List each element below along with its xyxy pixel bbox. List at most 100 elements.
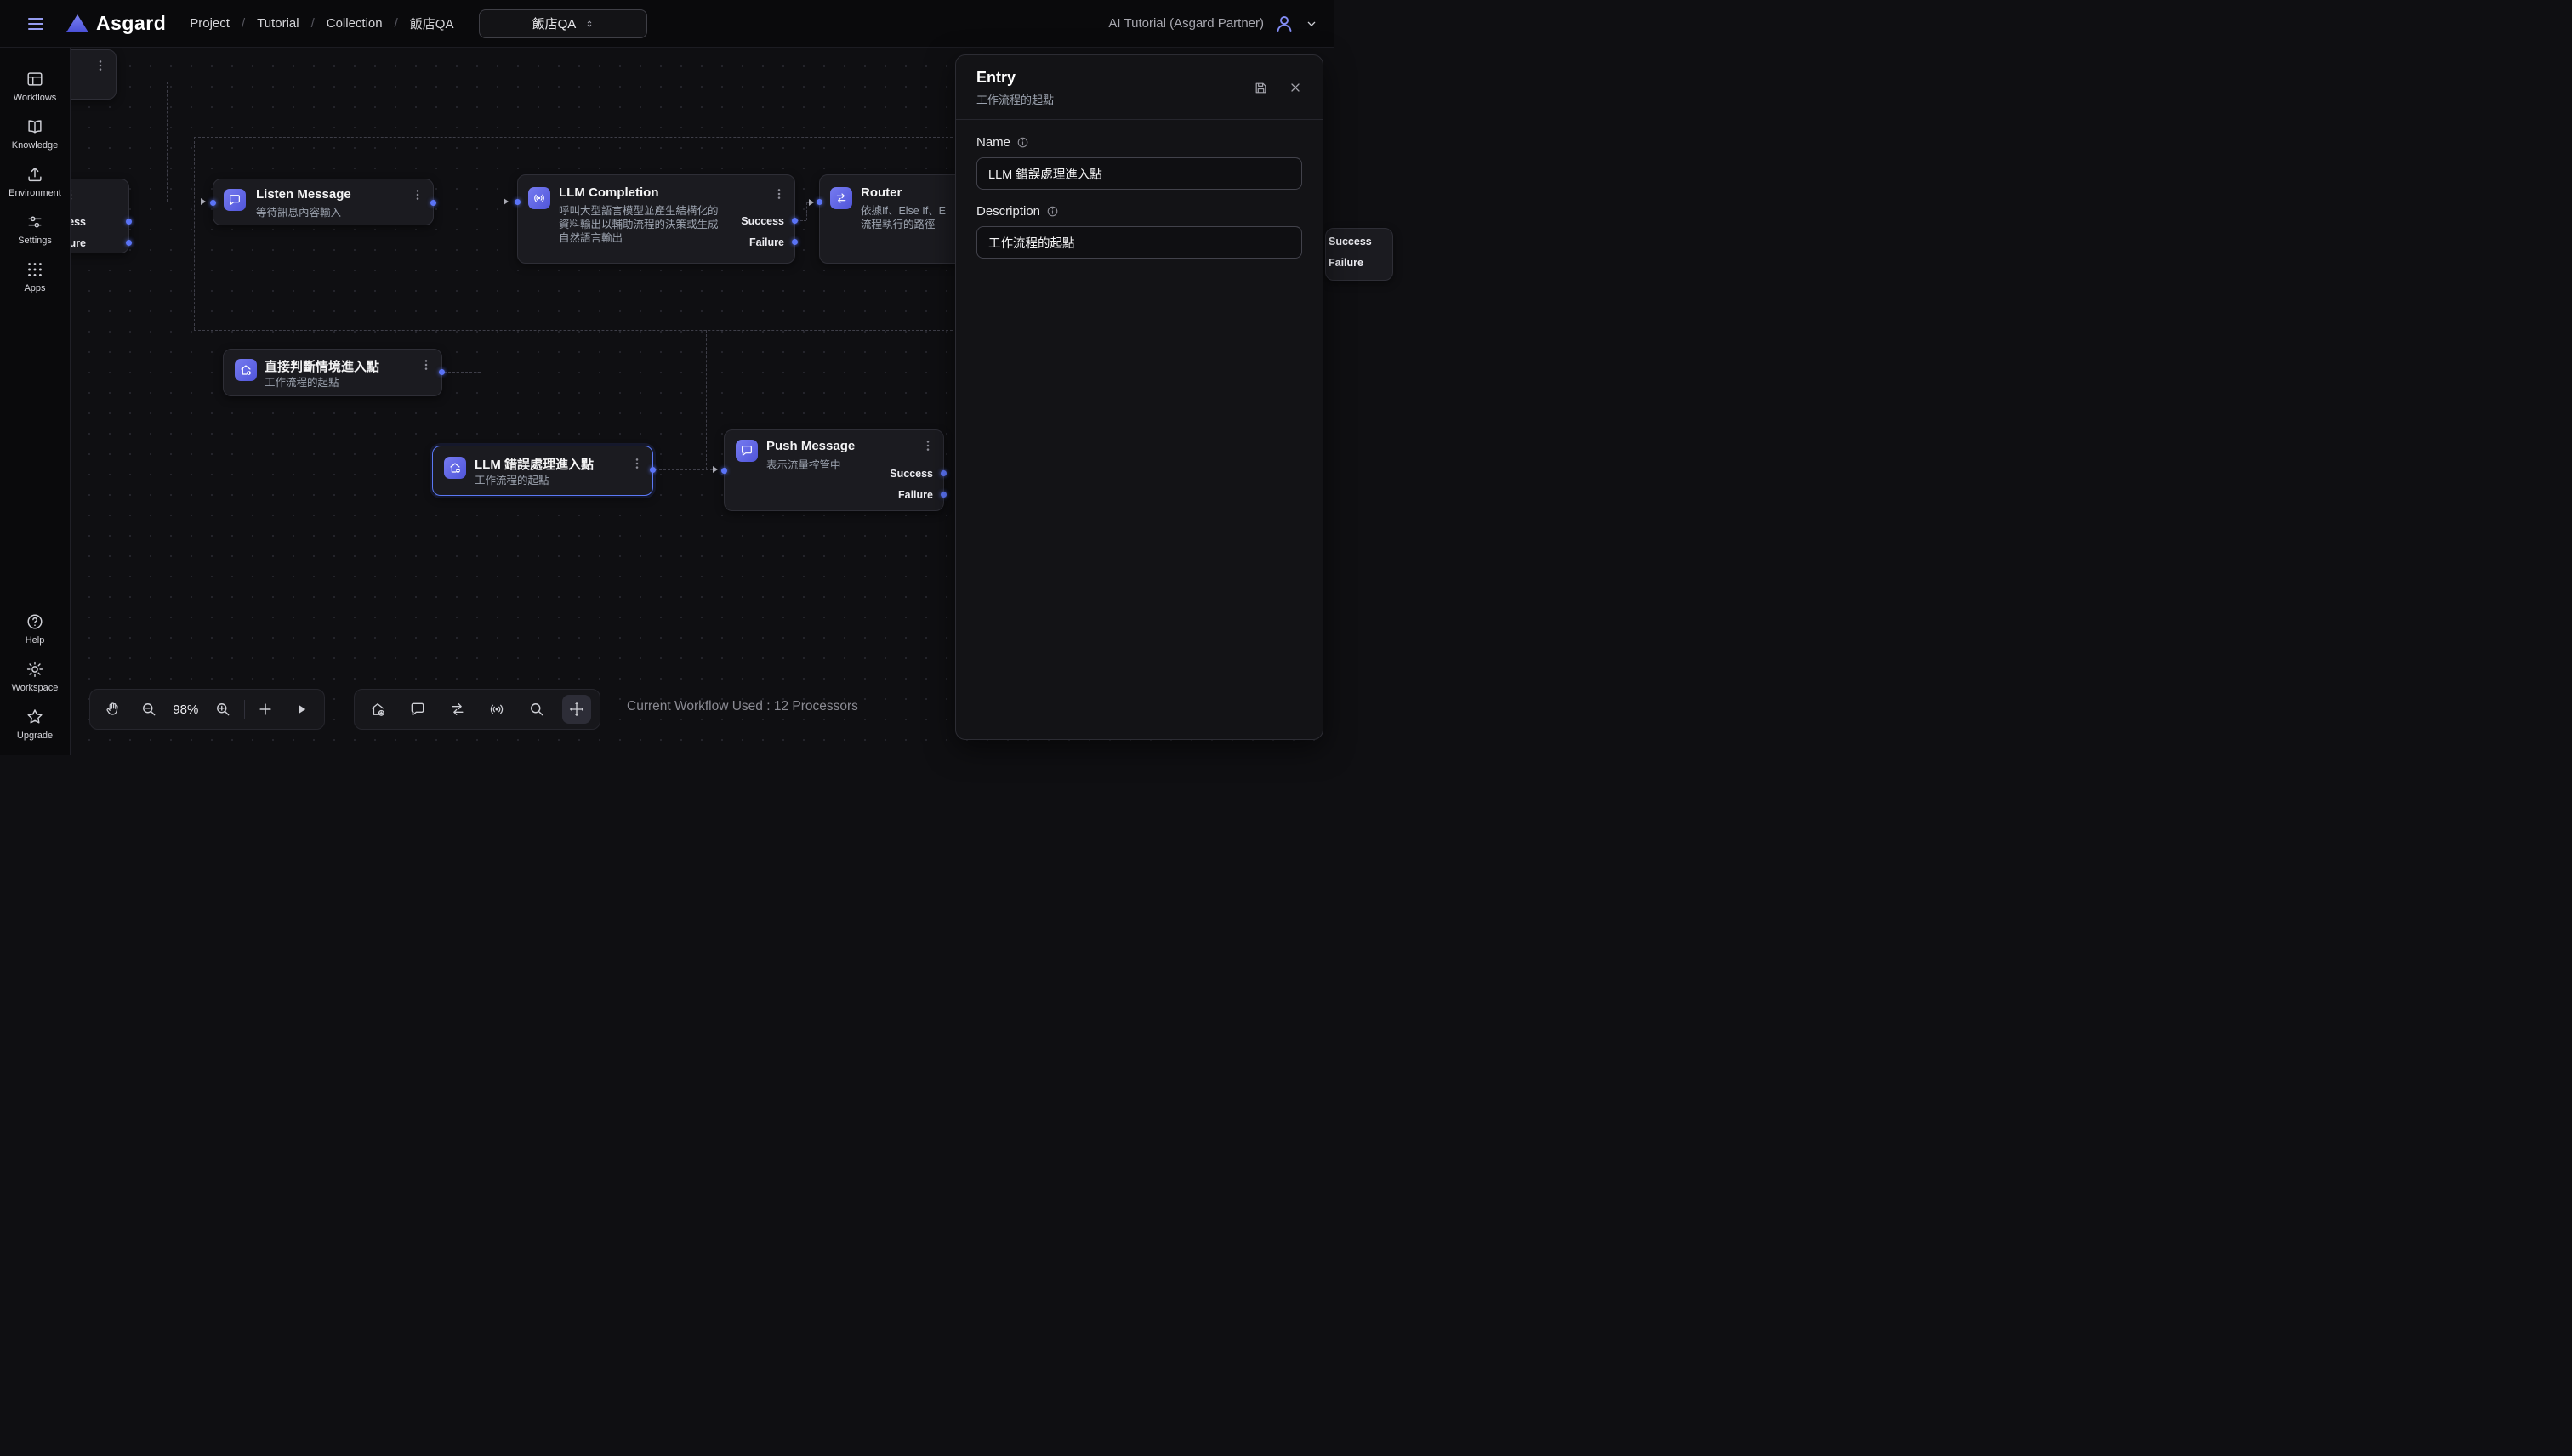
add-icon[interactable] [251, 695, 280, 724]
name-input[interactable] [976, 157, 1302, 190]
breadcrumb-separator: / [242, 16, 245, 31]
breadcrumb-project[interactable]: Project [190, 16, 230, 31]
router-icon [830, 187, 852, 209]
edge-arrowhead [504, 198, 509, 205]
node-llm-error-entry[interactable]: LLM 錯誤處理進入點 工作流程的起點 [432, 446, 653, 496]
zoom-in-icon[interactable] [208, 695, 237, 724]
port-output[interactable] [650, 467, 656, 473]
output-label-failure: Failure [1329, 257, 1363, 269]
port-failure[interactable] [126, 240, 132, 246]
kebab-menu-icon[interactable] [411, 188, 424, 202]
node-title: Push Message [766, 439, 855, 453]
breadcrumb-collection[interactable]: Collection [327, 16, 383, 31]
sidebar-item-help[interactable]: Help [0, 612, 70, 646]
llm-broadcast-icon [528, 187, 550, 209]
upgrade-star-icon [26, 708, 44, 726]
sidebar-label: Knowledge [12, 140, 58, 151]
kebab-menu-icon[interactable] [94, 59, 107, 72]
edge [194, 330, 953, 331]
info-icon[interactable] [1016, 136, 1029, 149]
pan-hand-icon[interactable] [99, 695, 128, 724]
edge [706, 330, 707, 469]
output-label-success: Success [741, 215, 784, 227]
kebab-menu-icon[interactable] [921, 439, 935, 452]
node-partial-right[interactable]: Success Failure [1325, 228, 1393, 281]
node-llm-completion[interactable]: LLM Completion 呼叫大型語言模型並產生結構化的資料輸出以輔助流程的… [517, 174, 795, 264]
name-field-label: Name [976, 135, 1302, 150]
message-node-icon[interactable] [403, 695, 432, 724]
move-select-icon[interactable] [562, 695, 591, 724]
port-input[interactable] [515, 199, 521, 205]
node-listen-message[interactable]: Listen Message 等待訊息內容輸入 [213, 179, 434, 225]
kebab-menu-icon[interactable] [630, 457, 644, 470]
node-subtitle-line2: 流程執行的路徑 [861, 218, 936, 231]
name-label-text: Name [976, 135, 1010, 150]
output-label-failure: Failure [749, 236, 784, 248]
sidebar-label: Apps [24, 283, 45, 293]
settings-sliders-icon [26, 213, 44, 231]
kebab-menu-icon[interactable] [772, 187, 786, 201]
chevron-down-icon[interactable] [1305, 17, 1318, 31]
asgard-logo-text: Asgard [96, 12, 166, 35]
port-success[interactable] [941, 470, 947, 476]
node-title: LLM 錯誤處理進入點 [475, 455, 594, 473]
sidebar-item-workspace[interactable]: Workspace [0, 660, 70, 693]
account-area: AI Tutorial (Asgard Partner) [1108, 14, 1318, 34]
node-push-message[interactable]: Push Message 表示流量控管中 Success Failure [724, 429, 944, 511]
workflows-icon [26, 70, 44, 88]
sidebar-item-knowledge[interactable]: Knowledge [0, 117, 70, 151]
asgard-logo: Asgard [66, 12, 166, 35]
node-title: LLM Completion [559, 185, 658, 200]
edge [806, 202, 807, 220]
port-output[interactable] [439, 369, 445, 375]
sidebar-item-environment[interactable]: Environment [0, 165, 70, 198]
breadcrumb-tutorial[interactable]: Tutorial [257, 16, 299, 31]
node-title: Router [861, 185, 902, 200]
kebab-menu-icon[interactable] [419, 358, 433, 372]
topbar: Asgard Project / Tutorial / Collection /… [0, 0, 1334, 48]
sidebar-item-settings[interactable]: Settings [0, 213, 70, 246]
sidebar-item-apps[interactable]: Apps [0, 260, 70, 293]
breadcrumb-separator: / [395, 16, 398, 31]
node-direct-entry[interactable]: 直接判斷情境進入點 工作流程的起點 [223, 349, 442, 396]
sidebar-item-upgrade[interactable]: Upgrade [0, 708, 70, 741]
user-avatar-icon[interactable] [1274, 14, 1295, 34]
entry-node-icon[interactable] [363, 695, 392, 724]
sidebar-label: Workspace [12, 683, 59, 693]
workflow-selector-dropdown[interactable]: 飯店QA [479, 9, 647, 38]
close-icon[interactable] [1289, 81, 1302, 95]
description-input[interactable] [976, 226, 1302, 259]
info-icon[interactable] [1046, 205, 1059, 218]
llm-node-icon[interactable] [482, 695, 511, 724]
hamburger-menu-icon[interactable] [26, 14, 46, 34]
node-subtitle: 表示流量控管中 [766, 458, 841, 472]
edge [797, 220, 806, 221]
port-input[interactable] [721, 468, 727, 474]
entry-icon [444, 457, 466, 479]
port-success[interactable] [792, 218, 798, 224]
sidebar-label: Help [26, 635, 45, 646]
message-icon [736, 440, 758, 462]
toolbar-divider [244, 700, 245, 719]
sidebar-item-workflows[interactable]: Workflows [0, 70, 70, 103]
port-failure[interactable] [792, 239, 798, 245]
run-play-icon[interactable] [287, 695, 316, 724]
port-success[interactable] [126, 219, 132, 225]
search-icon[interactable] [522, 695, 551, 724]
router-node-icon[interactable] [443, 695, 472, 724]
breadcrumb-current[interactable]: 飯店QA [410, 14, 454, 32]
edge [194, 137, 195, 330]
port-input[interactable] [210, 200, 216, 206]
entry-icon [235, 359, 257, 381]
zoom-out-icon[interactable] [134, 695, 163, 724]
node-subtitle: 工作流程的起點 [265, 376, 339, 390]
port-failure[interactable] [941, 492, 947, 498]
workspace-gear-icon [26, 660, 44, 679]
port-output[interactable] [430, 200, 436, 206]
port-input[interactable] [817, 199, 822, 205]
sidebar-label: Upgrade [17, 731, 53, 741]
save-icon[interactable] [1254, 81, 1268, 95]
sidebar: Workflows Knowledge Environment Settings… [0, 48, 71, 755]
apps-grid-icon [26, 260, 44, 279]
inspector-panel: Entry 工作流程的起點 Name Description [955, 54, 1323, 740]
